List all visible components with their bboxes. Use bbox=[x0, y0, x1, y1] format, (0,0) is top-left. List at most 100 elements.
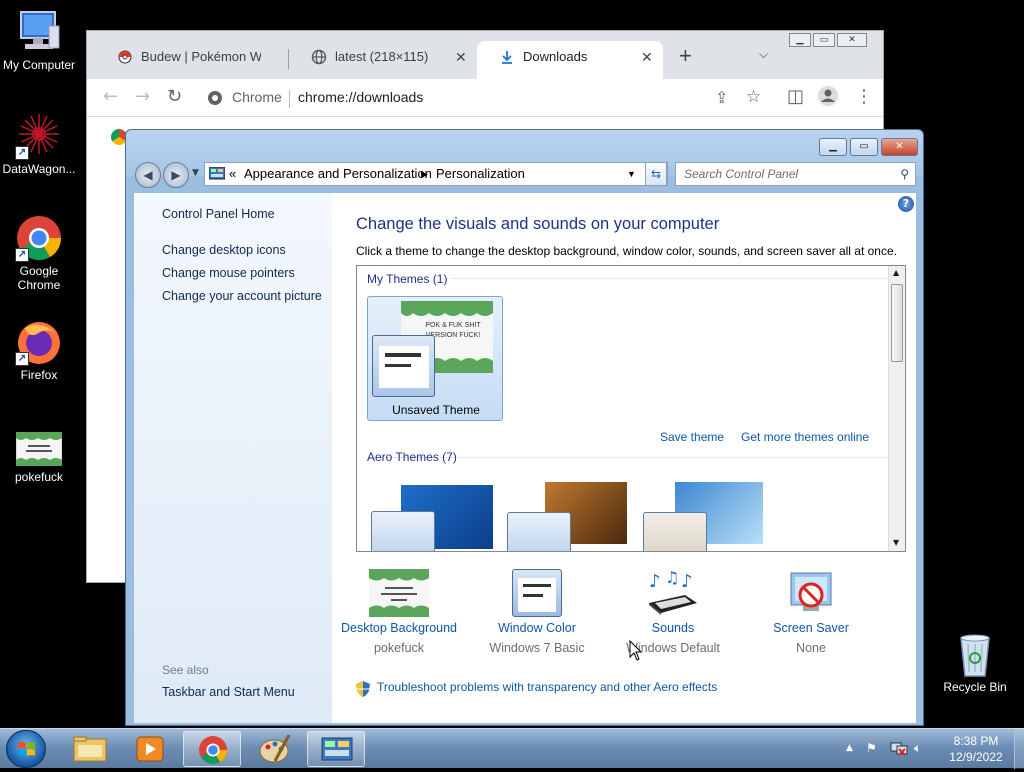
theme-list: My Themes (1) POK & FUK SHIT VERSION FUC… bbox=[356, 265, 906, 552]
taskbar-control-panel[interactable] bbox=[307, 731, 365, 767]
scroll-thumb[interactable] bbox=[891, 284, 903, 362]
control-panel-icon bbox=[208, 166, 226, 180]
setting-title: Sounds bbox=[651, 621, 695, 635]
window-preview-content bbox=[379, 346, 429, 388]
desktop-background-setting[interactable]: Desktop Background pokefuck bbox=[334, 569, 464, 655]
window-color-setting[interactable]: Window Color Windows 7 Basic bbox=[472, 569, 602, 655]
profile-avatar-icon[interactable] bbox=[817, 85, 839, 111]
aero-thumb-window bbox=[643, 512, 707, 551]
tab-search-chevron-icon[interactable]: ⌵ bbox=[759, 47, 768, 62]
aero-themes-heading: Aero Themes (7) bbox=[367, 450, 457, 464]
minimize-button[interactable]: ▁ bbox=[819, 138, 847, 156]
tab-budew[interactable]: Budew | Pokémon Wiki bbox=[95, 41, 287, 79]
taskbar-explorer[interactable] bbox=[60, 731, 118, 767]
tab-downloads[interactable]: Downloads ✕ bbox=[477, 41, 663, 79]
sidebar-link-mouse-pointers[interactable]: Change mouse pointers bbox=[162, 266, 295, 280]
close-tab-icon[interactable]: ✕ bbox=[641, 49, 653, 66]
show-hidden-icons-icon[interactable]: ▲ bbox=[846, 743, 853, 753]
omnibox-scheme: Chrome bbox=[232, 89, 282, 105]
taskbar-media-player[interactable] bbox=[121, 731, 179, 767]
minimize-button[interactable]: ▁ bbox=[789, 33, 811, 47]
reload-icon[interactable]: ↻ bbox=[167, 88, 182, 106]
tab-latest[interactable]: latest (218×115) ✕ bbox=[289, 41, 475, 79]
recent-pages-chevron-icon[interactable]: ▼ bbox=[192, 168, 199, 178]
theme-nature[interactable] bbox=[643, 476, 768, 551]
scroll-down-icon[interactable]: ▼ bbox=[893, 538, 899, 547]
side-panel-icon[interactable]: ◫ bbox=[787, 88, 804, 106]
refresh-button[interactable]: ⇆ bbox=[645, 162, 667, 186]
svg-text:♪: ♪ bbox=[649, 571, 661, 592]
troubleshoot-link[interactable]: Troubleshoot problems with transparency … bbox=[377, 680, 717, 694]
get-more-themes-link[interactable]: Get more themes online bbox=[741, 430, 869, 444]
breadcrumb-personalization[interactable]: Personalization bbox=[436, 163, 525, 185]
share-icon[interactable]: ⇪ bbox=[715, 88, 728, 108]
taskbar-chrome[interactable] bbox=[183, 731, 241, 767]
shortcut-arrow-icon: ↗ bbox=[15, 248, 29, 262]
preview-line bbox=[385, 353, 421, 357]
search-input[interactable]: Search Control Panel ⚲ bbox=[675, 162, 916, 186]
show-desktop-button[interactable] bbox=[1014, 729, 1024, 769]
theme-list-scrollbar[interactable]: ▲ ▼ bbox=[888, 266, 905, 551]
close-tab-icon[interactable]: ✕ bbox=[455, 49, 467, 66]
desktop-background-icon bbox=[369, 569, 429, 617]
maximize-button[interactable]: ▭ bbox=[850, 138, 878, 156]
clock-time: 8:38 PM bbox=[953, 734, 999, 748]
sidebar-link-account-picture[interactable]: Change your account picture bbox=[162, 289, 322, 303]
setting-value: pokefuck bbox=[373, 641, 425, 655]
close-button[interactable]: ✕ bbox=[837, 33, 867, 47]
shield-icon bbox=[356, 681, 370, 697]
omnibox[interactable]: Chrome chrome://downloads ⇪ ☆ bbox=[199, 82, 795, 114]
chrome-badge-icon bbox=[207, 90, 223, 106]
theme-windows-7[interactable] bbox=[371, 481, 496, 551]
forward-button[interactable]: ▶ bbox=[163, 162, 189, 188]
back-button[interactable]: ◀ bbox=[135, 162, 161, 188]
volume-icon[interactable]: 🔈︎ bbox=[914, 741, 921, 756]
control-panel-window: ▁ ▭ ✕ ◀ ▶ ▼ « Appearance and Personaliza… bbox=[125, 129, 924, 726]
help-icon[interactable]: ? bbox=[898, 196, 914, 212]
breadcrumb-appearance[interactable]: Appearance and Personalization bbox=[244, 163, 432, 185]
back-arrow-icon[interactable]: ← bbox=[103, 88, 118, 106]
address-bar[interactable]: « Appearance and Personalization ▶ Perso… bbox=[204, 162, 668, 186]
chrome-icon bbox=[199, 736, 227, 764]
firefox-icon: ↗ bbox=[15, 318, 63, 366]
scroll-up-icon[interactable]: ▲ bbox=[893, 268, 899, 277]
screen-saver-setting[interactable]: Screen Saver None bbox=[746, 569, 876, 655]
desktop-icon-datawagon[interactable]: ↗ DataWagon... bbox=[0, 112, 78, 176]
desktop-icon-pokefuck[interactable]: pokefuck bbox=[0, 431, 78, 484]
menu-kebab-icon[interactable]: ⋮ bbox=[855, 88, 873, 106]
action-center-icon[interactable]: ⚑ bbox=[866, 741, 877, 755]
computer-icon bbox=[15, 8, 63, 56]
save-theme-link[interactable]: Save theme bbox=[660, 430, 724, 444]
maximize-button[interactable]: ▭ bbox=[813, 33, 835, 47]
desktop-icon-label: Recycle Bin bbox=[943, 680, 1007, 694]
close-button[interactable]: ✕ bbox=[881, 138, 918, 156]
sounds-setting[interactable]: ♪ ♫ ♪ Sounds Windows Default bbox=[608, 568, 738, 655]
sidebar-link-taskbar[interactable]: Taskbar and Start Menu bbox=[162, 685, 295, 699]
page-subtitle: Click a theme to change the desktop back… bbox=[356, 244, 897, 258]
image-file-icon bbox=[15, 431, 63, 468]
forward-arrow-icon[interactable]: → bbox=[135, 88, 150, 106]
taskbar-paint[interactable] bbox=[245, 731, 303, 767]
sidebar: Control Panel Home Change desktop icons … bbox=[134, 193, 332, 723]
breadcrumb-prefix[interactable]: « bbox=[229, 163, 236, 185]
sidebar-link-control-panel-home[interactable]: Control Panel Home bbox=[162, 207, 275, 221]
tab-label: Downloads bbox=[523, 49, 588, 64]
theme-unsaved[interactable]: POK & FUK SHIT VERSION FUCK! Unsaved The… bbox=[367, 296, 503, 421]
sidebar-link-desktop-icons[interactable]: Change desktop icons bbox=[162, 243, 286, 257]
start-button[interactable] bbox=[6, 730, 46, 768]
network-icon[interactable] bbox=[890, 741, 908, 760]
system-clock[interactable]: 8:38 PM 12/9/2022 bbox=[940, 733, 1012, 765]
clock-date: 12/9/2022 bbox=[949, 750, 1003, 764]
address-dropdown-icon[interactable]: ▼ bbox=[627, 163, 636, 185]
desktop-icon-firefox[interactable]: ↗ Firefox bbox=[0, 318, 78, 382]
star-icon[interactable]: ☆ bbox=[746, 87, 761, 107]
desktop-icon-recycle-bin[interactable]: Recycle Bin bbox=[936, 630, 1014, 694]
mouse-cursor-icon bbox=[629, 639, 643, 665]
desktop-icon-google-chrome[interactable]: ↗ Google Chrome bbox=[0, 214, 78, 292]
new-tab-button[interactable]: + bbox=[679, 43, 692, 69]
chrome-icon: ↗ bbox=[15, 214, 63, 262]
theme-architecture[interactable] bbox=[507, 476, 632, 551]
folder-icon bbox=[73, 736, 107, 762]
desktop-icon-my-computer[interactable]: My Computer bbox=[0, 8, 78, 72]
page-title: Change the visuals and sounds on your co… bbox=[356, 215, 720, 233]
